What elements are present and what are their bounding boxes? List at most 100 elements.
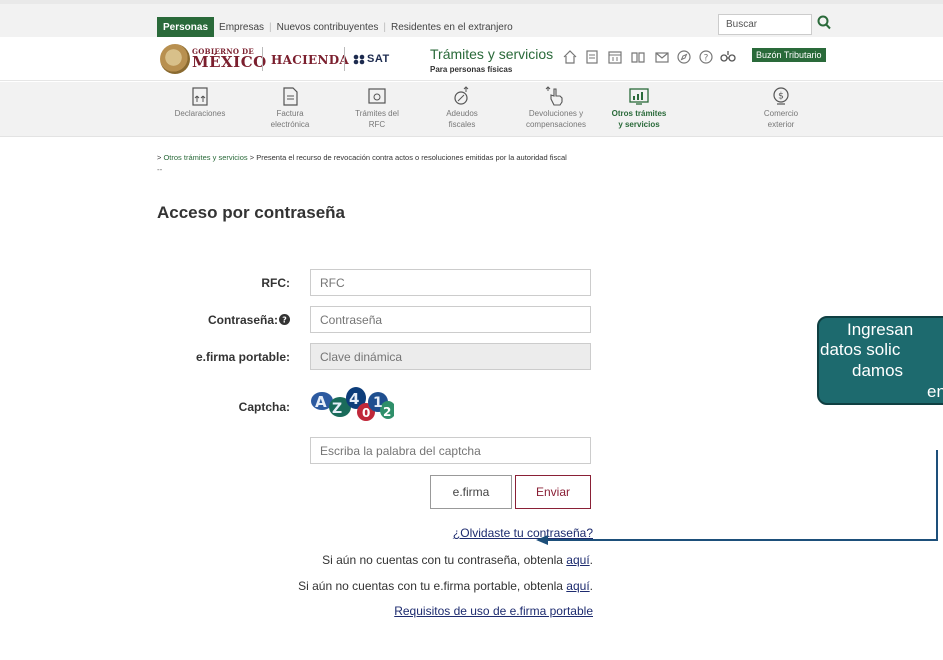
hacienda-logo[interactable]: HACIENDA: [271, 53, 349, 67]
cat-label: Declaraciones: [174, 109, 226, 118]
document-icon[interactable]: [584, 49, 600, 65]
requisitos-row: Requisitos de uso de e.firma portable: [394, 604, 593, 618]
category-factura-electronica[interactable]: Factura electrónica: [248, 82, 332, 137]
cat-label: electrónica: [270, 120, 310, 129]
category-otros-tramites[interactable]: Otros trámites y servicios: [597, 82, 681, 137]
efirma-portable-label: e.firma portable:: [195, 350, 290, 364]
cat-label: Adeudos: [446, 109, 478, 118]
callout-line: damos: [852, 361, 904, 380]
category-comercio-exterior[interactable]: $ Comercio exterior: [739, 82, 823, 137]
invoice-icon: [283, 87, 298, 106]
divider: [262, 47, 263, 71]
otros-tramites-icon: [629, 88, 649, 105]
password-input[interactable]: [310, 306, 591, 333]
no-password-row: Si aún no cuentas con tu contraseña, obt…: [322, 553, 593, 567]
captcha-char: A: [315, 393, 327, 411]
callout-line: datos solic: [820, 340, 901, 359]
cat-label: y servicios: [618, 120, 660, 129]
forgot-password-row: ¿Olvidaste tu contraseña?: [453, 526, 593, 540]
cat-label: exterior: [767, 120, 795, 129]
brand-bar: GOBIERNO DE MÉXICO HACIENDA SAT Trámites…: [0, 37, 943, 81]
requisitos-efirma-link[interactable]: Requisitos de uso de e.firma portable: [394, 604, 593, 618]
enviar-button[interactable]: Enviar: [515, 475, 591, 509]
rfc-card-icon: [368, 88, 386, 104]
breadcrumb-link-otros[interactable]: Otros trámites y servicios: [163, 153, 247, 162]
period: .: [589, 579, 593, 593]
help-icon[interactable]: ?: [279, 314, 290, 325]
cat-label: RFC: [368, 120, 386, 129]
book-icon[interactable]: [630, 49, 646, 65]
compass-icon[interactable]: [676, 49, 692, 65]
mexico-seal-icon: [160, 44, 190, 74]
svg-text:?: ?: [282, 316, 287, 325]
cat-label: Otros trámites: [611, 109, 667, 118]
callout-line: Ingresan: [847, 320, 914, 339]
cat-label: fiscales: [448, 120, 476, 129]
search-input[interactable]: Buscar: [718, 14, 812, 35]
cat-label: Comercio: [763, 109, 799, 118]
gobierno-big: MÉXICO: [192, 53, 267, 71]
help-circle-icon[interactable]: ?: [698, 49, 714, 65]
obtain-password-link[interactable]: aquí: [566, 553, 589, 567]
password-label-wrap: Contraseña:?: [208, 313, 290, 327]
breadcrumb-separator: >: [247, 153, 257, 162]
mail-icon[interactable]: [654, 49, 670, 65]
sat-logo-icon: [353, 54, 365, 65]
captcha-char: 1: [373, 395, 383, 411]
svg-text:$: $: [778, 92, 784, 102]
calendar-icon[interactable]: [607, 49, 623, 65]
tab-empresas[interactable]: Empresas: [214, 22, 269, 33]
password-label: Contraseña:: [207, 313, 278, 327]
captcha-image: A Z 4 0 1 2: [311, 387, 394, 421]
cat-label: Devoluciones y: [528, 109, 584, 118]
no-efirma-text: Si aún no cuentas con tu e.firma portabl…: [298, 579, 567, 593]
cat-label: Factura: [276, 109, 304, 118]
tab-personas[interactable]: Personas: [157, 17, 215, 38]
breadcrumb-dash: --: [157, 165, 163, 174]
rfc-input[interactable]: [310, 269, 591, 296]
coin-globe-icon: $: [773, 87, 789, 105]
efirma-button[interactable]: e.firma: [430, 475, 512, 509]
captcha-input[interactable]: [310, 437, 591, 464]
clave-dinamica-input[interactable]: [310, 343, 591, 370]
tab-residentes-extranjero[interactable]: Residentes en el extranjero: [386, 22, 518, 33]
cat-label: compensaciones: [525, 120, 587, 129]
breadcrumb-current: Presenta el recurso de revocación contra…: [256, 153, 567, 162]
category-devoluciones[interactable]: Devoluciones y compensaciones: [514, 82, 598, 137]
adeudos-icon: [454, 86, 469, 105]
home-icon[interactable]: [562, 49, 578, 65]
category-bar: Declaraciones Factura electrónica Trámit…: [0, 82, 943, 137]
tutorial-callout: Ingresan datos solic damos env: [817, 316, 943, 405]
category-declaraciones[interactable]: Declaraciones: [158, 82, 242, 137]
declaraciones-icon: [192, 87, 208, 106]
captcha-char: Z: [332, 401, 342, 417]
obtain-efirma-link[interactable]: aquí: [566, 579, 589, 593]
search-icon[interactable]: [816, 14, 832, 32]
forgot-password-link[interactable]: ¿Olvidaste tu contraseña?: [453, 526, 593, 540]
category-adeudos-fiscales[interactable]: Adeudos fiscales: [420, 82, 504, 137]
tab-nuevos-contribuyentes[interactable]: Nuevos contribuyentes: [272, 22, 384, 33]
period: .: [589, 553, 593, 567]
gobierno-logo[interactable]: GOBIERNO DE MÉXICO: [192, 48, 267, 70]
top-nav: Personas Empresas | Nuevos contribuyente…: [157, 17, 518, 38]
page-title: Acceso por contraseña: [157, 203, 346, 222]
captcha-char: 4: [349, 390, 359, 408]
breadcrumb: > Otros trámites y servicios > Presenta …: [157, 153, 567, 162]
buzon-tributario-button[interactable]: Buzón Tributario: [752, 48, 826, 62]
captcha-label: Captcha:: [238, 400, 290, 414]
rfc-label: RFC:: [261, 276, 290, 290]
hand-pointer-icon: [545, 86, 563, 106]
top-bar: Personas Empresas | Nuevos contribuyente…: [0, 0, 943, 38]
cat-label: Trámites del: [355, 109, 399, 118]
accessibility-icon[interactable]: [720, 49, 736, 65]
no-password-text: Si aún no cuentas con tu contraseña, obt…: [322, 553, 567, 567]
no-efirma-row: Si aún no cuentas con tu e.firma portabl…: [298, 579, 593, 593]
category-tramites-rfc[interactable]: Trámites del RFC: [335, 82, 419, 137]
section-subtitle: Para personas físicas: [430, 65, 513, 74]
svg-text:?: ?: [704, 54, 709, 64]
divider: [344, 47, 345, 71]
captcha-char: 0: [362, 406, 370, 420]
section-title: Trámites y servicios: [430, 46, 554, 62]
captcha-char: 2: [383, 405, 391, 419]
sat-logo[interactable]: SAT: [367, 53, 390, 65]
